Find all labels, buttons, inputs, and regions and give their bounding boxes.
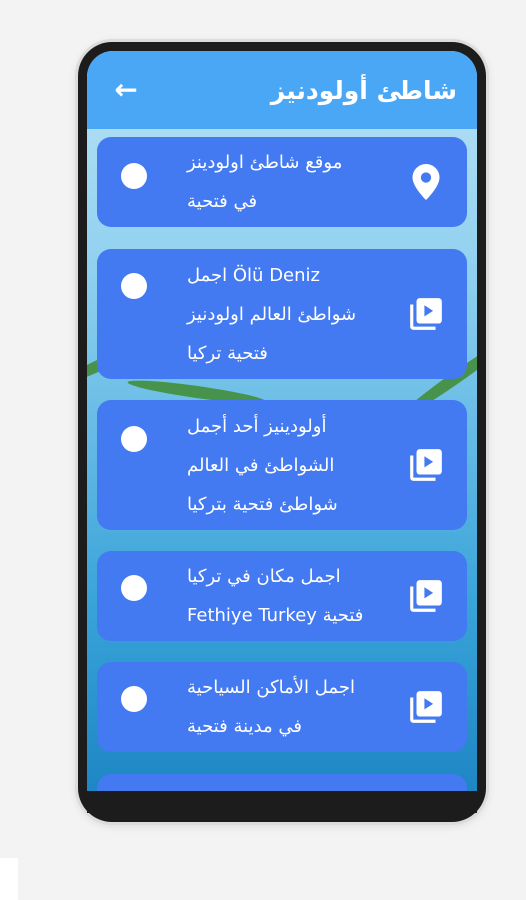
video-library-icon — [405, 293, 447, 335]
radio-button[interactable] — [121, 273, 147, 299]
item-text-line: أولودينيز أحد أجمل — [187, 415, 327, 437]
phone-frame: ← شاطئ أولودنيز موقع شاطئ اولودينز في فت… — [78, 42, 486, 822]
page-title: شاطئ أولودنيز — [270, 75, 457, 105]
item-text-line: Ölü Deniz اجمل — [187, 264, 320, 286]
radio-button[interactable] — [121, 686, 147, 712]
item-text: اجمل الأماكن السياحية في مدينة فتحية — [187, 662, 387, 752]
radio-button[interactable] — [121, 575, 147, 601]
item-text: موقع شاطئ اولودينز في فتحية — [187, 137, 387, 227]
back-arrow-icon[interactable]: ← — [111, 75, 141, 105]
bottom-bar — [87, 791, 477, 813]
item-text-line: اجمل الأماكن السياحية — [187, 677, 355, 698]
item-text: أولودينيز أحد أجمل الشواطئ في العالم شوا… — [187, 400, 387, 530]
app-screen: ← شاطئ أولودنيز موقع شاطئ اولودينز في فت… — [87, 51, 477, 791]
item-text: اجمل مكان في تركيا فتحية Fethiye Turkey — [187, 551, 387, 641]
item-text-line: موقع شاطئ اولودينز — [187, 152, 343, 173]
list-item[interactable]: اجمل مكان في تركيا فتحية Fethiye Turkey — [97, 551, 467, 641]
item-text: Ölü Deniz اجمل شواطئ العالم اولودنيز فتح… — [187, 249, 387, 379]
item-text-line: شواطئ فتحية بتركيا — [187, 493, 338, 515]
item-text-line: الشواطئ في العالم — [187, 454, 335, 476]
item-text-line: في مدينة فتحية — [187, 716, 302, 737]
list-item-partial[interactable] — [97, 774, 467, 791]
video-library-icon — [405, 686, 447, 728]
list-item[interactable]: موقع شاطئ اولودينز في فتحية — [97, 137, 467, 227]
location-pin-icon — [405, 161, 447, 203]
radio-button[interactable] — [121, 426, 147, 452]
item-text-line: في فتحية — [187, 191, 258, 212]
list-item[interactable]: أولودينيز أحد أجمل الشواطئ في العالم شوا… — [97, 400, 467, 530]
item-text-line: فتحية تركيا — [187, 342, 268, 364]
page-corner — [0, 858, 18, 900]
video-library-icon — [405, 575, 447, 617]
list-item[interactable]: Ölü Deniz اجمل شواطئ العالم اولودنيز فتح… — [97, 249, 467, 379]
item-text-line: شواطئ العالم اولودنيز — [187, 303, 357, 325]
app-header: ← شاطئ أولودنيز — [87, 51, 477, 129]
list-item[interactable]: اجمل الأماكن السياحية في مدينة فتحية — [97, 662, 467, 752]
item-text-line: اجمل مكان في تركيا — [187, 566, 341, 587]
radio-button[interactable] — [121, 163, 147, 189]
video-library-icon — [405, 444, 447, 486]
item-text-line: فتحية Fethiye Turkey — [187, 605, 364, 626]
